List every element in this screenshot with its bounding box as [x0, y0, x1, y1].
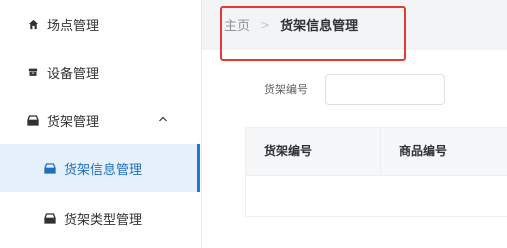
column-header-product-number[interactable]: 商品编号	[381, 128, 507, 175]
app-root: 场点管理 设备管理 货架管理 货架信息管理 货架类型管理 主页 > 货架信息管理…	[0, 0, 507, 248]
sidebar-item-devices[interactable]: 设备管理	[0, 48, 200, 96]
sidebar-item-shelf-types[interactable]: 货架类型管理	[0, 194, 200, 242]
device-box-icon	[27, 66, 39, 78]
shelf-number-label: 货架编号	[264, 83, 308, 96]
content-panel: 货架编号 货架编号 商品编号	[202, 50, 507, 248]
shelf-icon	[44, 212, 56, 224]
home-icon	[27, 18, 39, 30]
sidebar: 场点管理 设备管理 货架管理 货架信息管理 货架类型管理	[0, 0, 202, 248]
column-header-shelf-number[interactable]: 货架编号	[246, 128, 381, 175]
sidebar-item-venue[interactable]: 场点管理	[0, 0, 200, 48]
shelf-icon	[27, 114, 39, 126]
sidebar-item-label: 货架类型管理	[64, 212, 143, 228]
table-header: 货架编号 商品编号	[246, 128, 507, 176]
shelf-icon	[44, 162, 56, 174]
shelf-number-input[interactable]	[325, 74, 445, 105]
breadcrumb-highlight-box	[220, 6, 406, 61]
sidebar-item-shelves[interactable]: 货架管理	[0, 96, 200, 144]
sidebar-item-label: 场点管理	[47, 18, 100, 34]
sidebar-item-label: 设备管理	[47, 66, 100, 82]
chevron-up-icon[interactable]	[157, 113, 169, 125]
sidebar-item-label: 货架管理	[47, 114, 100, 130]
sidebar-item-label: 货架信息管理	[64, 162, 143, 178]
shelf-table: 货架编号 商品编号	[245, 127, 507, 217]
sidebar-item-shelf-info[interactable]: 货架信息管理	[0, 144, 200, 192]
main-area: 主页 > 货架信息管理 货架编号 货架编号 商品编号	[202, 0, 507, 248]
